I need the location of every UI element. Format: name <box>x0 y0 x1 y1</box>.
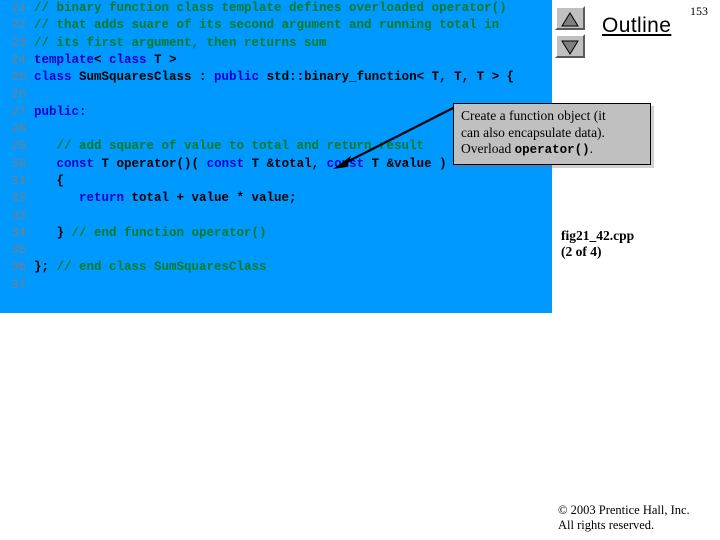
code-line-text: } // end function operator() <box>26 225 267 242</box>
callout-line-3-prefix: Overload <box>461 141 515 156</box>
code-token: T &value ) <box>364 156 447 171</box>
copyright-footer: © 2003 Prentice Hall, Inc. All rights re… <box>558 503 690 533</box>
code-line: 22 // that adds suare of its second argum… <box>0 17 552 34</box>
code-line-text: return total + value * value; <box>26 190 297 207</box>
code-token: // that adds suare of its second argumen… <box>34 18 500 33</box>
code-line: 26 <box>0 86 552 103</box>
code-line-number: 32 <box>10 191 26 206</box>
scroll-buttons-group <box>555 6 587 62</box>
code-token: // binary function class template define… <box>34 1 507 15</box>
code-token: const <box>56 156 95 171</box>
rights-line: All rights reserved. <box>558 518 655 532</box>
triangle-up-icon <box>557 12 583 27</box>
code-line: 21 // binary function class template defi… <box>0 0 552 17</box>
code-line-number: 23 <box>10 35 26 50</box>
code-line-text: }; // end class SumSquaresClass <box>26 259 267 276</box>
triangle-down-icon <box>557 40 583 55</box>
code-token: class <box>34 70 72 85</box>
callout-line-3-code: operator() <box>514 143 590 157</box>
code-token: public <box>214 70 260 85</box>
code-token: // add square of value to total and retu… <box>34 139 425 154</box>
code-line-text: class SumSquaresClass : public std::bina… <box>26 69 514 86</box>
code-line-number: 26 <box>10 87 26 102</box>
code-token: } <box>34 225 65 240</box>
code-line-number: 27 <box>10 104 26 119</box>
code-token: }; <box>34 260 50 275</box>
scroll-up-button[interactable] <box>555 6 585 30</box>
code-line: 37 <box>0 277 552 294</box>
code-line-number: 28 <box>10 122 26 137</box>
code-line-text: { <box>26 173 65 190</box>
callout-line-1: Create a function object (it <box>461 108 606 123</box>
code-token: < <box>94 52 110 67</box>
code-token: { <box>34 173 65 188</box>
code-line-number: 25 <box>10 70 26 85</box>
code-token: const <box>206 156 245 171</box>
copyright-line: © 2003 Prentice Hall, Inc. <box>558 503 690 517</box>
code-line-number: 30 <box>10 156 26 171</box>
code-line: 36}; // end class SumSquaresClass <box>0 259 552 276</box>
slide-number: 153 <box>690 4 708 18</box>
callout-line-3-suffix: . <box>589 141 593 156</box>
code-line-number: 24 <box>10 52 26 67</box>
file-name: fig21_42.cpp <box>561 228 635 243</box>
file-part-label: (2 of 4) <box>561 244 602 259</box>
code-line-number: 29 <box>10 139 26 154</box>
annotation-callout: Create a function object (it can also en… <box>453 103 651 165</box>
page-title: Outline <box>602 14 672 37</box>
code-token: total + value * value; <box>124 191 297 206</box>
scroll-down-button[interactable] <box>555 34 585 58</box>
code-line: 34 } // end function operator() <box>0 225 552 242</box>
code-token: std::binary_function< T, T, T > { <box>259 70 515 85</box>
code-line: 23 // its first argument, then returns su… <box>0 35 552 52</box>
code-token: template <box>34 52 95 67</box>
code-token: SumSquaresClass : <box>71 70 215 85</box>
code-line-number: 22 <box>10 18 26 33</box>
code-line: 24 template< class T > <box>0 52 552 69</box>
callout-line-2: can also encapsulate data). <box>461 124 605 140</box>
code-token: // its first argument, then returns sum <box>34 35 327 50</box>
file-caption: fig21_42.cpp (2 of 4) <box>561 228 634 260</box>
code-line-text: const T operator()( const T &total, cons… <box>26 156 447 173</box>
code-line: 25 class SumSquaresClass : public std::bi… <box>0 69 552 86</box>
code-line-number: 36 <box>10 260 26 275</box>
code-line-text: // its first argument, then returns sum <box>26 35 327 52</box>
code-line-text: // binary function class template define… <box>26 0 507 17</box>
code-token: // end class SumSquaresClass <box>49 260 267 275</box>
code-line-number: 34 <box>10 225 26 240</box>
code-token: return <box>79 191 125 206</box>
code-line-number: 37 <box>10 277 26 292</box>
code-line-number: 33 <box>10 208 26 223</box>
code-line-number: 35 <box>10 243 26 258</box>
code-line: 35 <box>0 242 552 259</box>
code-line: 32 return total + value * value; <box>0 190 552 207</box>
code-line: 31 { <box>0 173 552 190</box>
code-token: T &total, <box>244 156 327 171</box>
code-token: T operator()( <box>94 156 207 171</box>
code-line-text: // that adds suare of its second argumen… <box>26 17 499 34</box>
callout-line-3: Overload operator(). <box>461 141 644 159</box>
code-line-number: 31 <box>10 173 26 188</box>
code-token: public: <box>34 104 87 119</box>
code-token: T > <box>146 52 177 67</box>
code-token: // end function operator() <box>64 225 267 240</box>
code-line-text: public: <box>26 104 87 121</box>
code-token: class <box>109 52 147 67</box>
code-line-text: template< class T > <box>26 52 177 69</box>
code-line: 33 <box>0 208 552 225</box>
code-line-text: // add square of value to total and retu… <box>26 138 425 155</box>
code-token: const <box>326 156 365 171</box>
code-line-number: 21 <box>10 1 26 15</box>
